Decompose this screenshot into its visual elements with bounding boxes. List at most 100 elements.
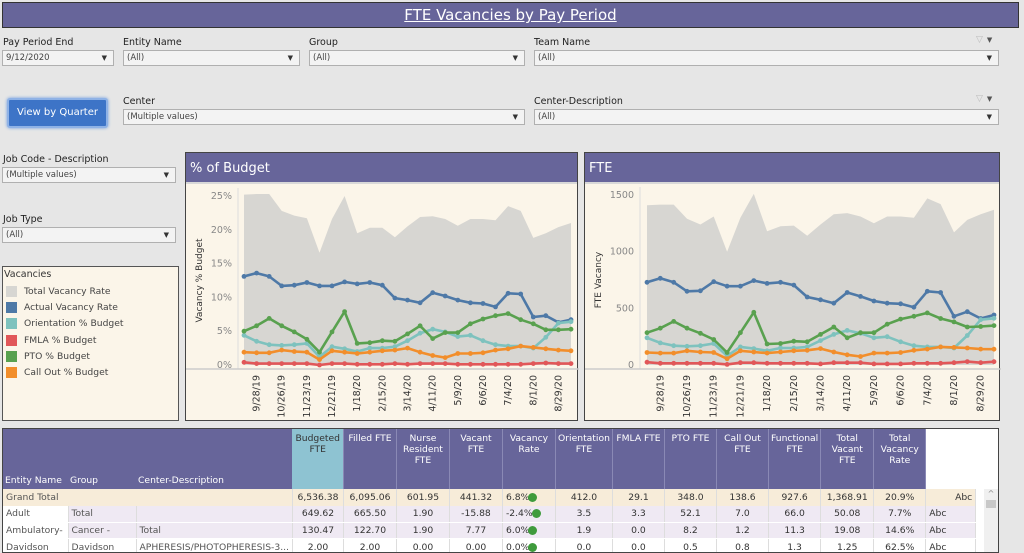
- data-point-pto-budget[interactable]: [724, 350, 730, 355]
- data-point-pto-budget[interactable]: [804, 339, 810, 345]
- data-point-pto-budget[interactable]: [711, 337, 717, 342]
- data-point-call-out-budget[interactable]: [480, 350, 486, 356]
- data-point-actual-vacancy-rate[interactable]: [279, 283, 285, 289]
- pay-period-end-select[interactable]: 9/12/2020 ▼: [2, 50, 114, 66]
- column-header[interactable]: Total Vacancy Rate: [873, 429, 927, 489]
- scroll-up-icon[interactable]: ^: [984, 489, 998, 498]
- data-point-pto-budget[interactable]: [991, 323, 997, 328]
- data-point-call-out-budget[interactable]: [884, 350, 890, 356]
- data-point-fmla-budget[interactable]: [871, 361, 877, 367]
- data-point-fmla-budget[interactable]: [831, 360, 837, 366]
- data-point-pto-budget[interactable]: [354, 341, 360, 346]
- data-point-actual-vacancy-rate[interactable]: [711, 279, 717, 285]
- data-point-call-out-budget[interactable]: [991, 346, 997, 352]
- column-header[interactable]: Orientation FTE: [555, 429, 613, 489]
- data-point-call-out-budget[interactable]: [738, 348, 743, 354]
- entity-name-select[interactable]: (All) ▼: [123, 50, 300, 66]
- center-select[interactable]: (Multiple values) ▼: [123, 109, 525, 125]
- scroll-thumb[interactable]: [986, 500, 996, 508]
- data-point-actual-vacancy-rate[interactable]: [871, 298, 877, 304]
- column-header[interactable]: Functional FTE: [768, 429, 822, 489]
- data-point-actual-vacancy-rate[interactable]: [430, 290, 436, 296]
- data-point-fmla-budget[interactable]: [751, 360, 757, 366]
- data-point-actual-vacancy-rate[interactable]: [831, 300, 837, 306]
- data-point-fmla-budget[interactable]: [518, 361, 524, 367]
- data-point-pto-budget[interactable]: [844, 335, 850, 341]
- data-point-fmla-budget[interactable]: [417, 361, 423, 366]
- data-point-call-out-budget[interactable]: [342, 349, 347, 355]
- job-code-select[interactable]: (Multiple values) ▼: [2, 167, 176, 183]
- data-point-call-out-budget[interactable]: [304, 349, 310, 355]
- data-point-orientation-budget[interactable]: [291, 342, 297, 348]
- data-point-call-out-budget[interactable]: [317, 357, 322, 362]
- data-point-pto-budget[interactable]: [405, 331, 410, 337]
- data-point-pto-budget[interactable]: [657, 325, 663, 331]
- row-header-entity-name[interactable]: Entity Name: [3, 429, 68, 489]
- data-point-fmla-budget[interactable]: [657, 360, 663, 366]
- data-point-actual-vacancy-rate[interactable]: [924, 288, 930, 294]
- legend-item[interactable]: Actual Vacancy Rate: [3, 299, 178, 315]
- data-point-call-out-budget[interactable]: [468, 351, 473, 356]
- column-header[interactable]: Filled FTE: [343, 429, 397, 489]
- data-point-fmla-budget[interactable]: [304, 361, 310, 366]
- table-scrollbar[interactable]: ^: [984, 489, 998, 552]
- data-point-actual-vacancy-rate[interactable]: [698, 288, 703, 294]
- data-point-pto-budget[interactable]: [671, 319, 677, 324]
- data-point-fmla-budget[interactable]: [804, 360, 810, 366]
- data-point-fmla-budget[interactable]: [493, 361, 498, 367]
- data-point-fmla-budget[interactable]: [778, 360, 783, 366]
- data-point-call-out-budget[interactable]: [291, 349, 297, 354]
- data-point-pto-budget[interactable]: [530, 321, 536, 327]
- data-point-pto-budget[interactable]: [241, 328, 247, 334]
- data-point-pto-budget[interactable]: [938, 316, 943, 321]
- data-point-call-out-budget[interactable]: [518, 343, 524, 349]
- data-point-call-out-budget[interactable]: [266, 350, 272, 356]
- data-point-pto-budget[interactable]: [379, 338, 385, 344]
- table-row[interactable]: Adult Total 649.62 665.50 1.90 -15.88 -2.4% 3.5…: [3, 505, 977, 523]
- data-point-call-out-budget[interactable]: [938, 344, 943, 350]
- data-point-call-out-budget[interactable]: [493, 347, 498, 353]
- row-header-center-description[interactable]: Center-Description: [136, 429, 293, 489]
- data-point-call-out-budget[interactable]: [329, 348, 335, 354]
- data-point-orientation-budget[interactable]: [644, 335, 650, 341]
- data-point-orientation-budget[interactable]: [818, 338, 823, 343]
- data-point-actual-vacancy-rate[interactable]: [738, 283, 743, 289]
- legend-item[interactable]: FMLA % Budget: [3, 332, 178, 348]
- data-point-actual-vacancy-rate[interactable]: [844, 290, 850, 295]
- data-point-actual-vacancy-rate[interactable]: [442, 293, 448, 299]
- data-point-pto-budget[interactable]: [884, 321, 890, 327]
- data-point-actual-vacancy-rate[interactable]: [304, 280, 310, 285]
- data-point-actual-vacancy-rate[interactable]: [505, 290, 511, 296]
- legend-item[interactable]: Orientation % Budget: [3, 316, 178, 332]
- data-point-fmla-budget[interactable]: [898, 361, 903, 367]
- data-point-fmla-budget[interactable]: [241, 359, 247, 365]
- data-point-actual-vacancy-rate[interactable]: [951, 313, 957, 319]
- data-point-orientation-budget[interactable]: [417, 330, 423, 336]
- data-point-call-out-budget[interactable]: [858, 354, 863, 359]
- data-point-call-out-budget[interactable]: [354, 351, 360, 356]
- data-point-fmla-budget[interactable]: [711, 360, 717, 366]
- data-point-fmla-budget[interactable]: [911, 360, 917, 366]
- data-point-call-out-budget[interactable]: [844, 352, 850, 358]
- data-point-fmla-budget[interactable]: [818, 361, 823, 367]
- data-point-orientation-budget[interactable]: [844, 328, 850, 333]
- team-name-select[interactable]: (All) ▼: [534, 50, 999, 66]
- data-point-orientation-budget[interactable]: [871, 335, 877, 341]
- data-point-call-out-budget[interactable]: [698, 349, 703, 355]
- data-point-fmla-budget[interactable]: [684, 360, 690, 366]
- data-point-actual-vacancy-rate[interactable]: [898, 301, 903, 307]
- data-point-actual-vacancy-rate[interactable]: [818, 297, 823, 303]
- data-point-actual-vacancy-rate[interactable]: [764, 281, 770, 286]
- data-point-actual-vacancy-rate[interactable]: [392, 295, 398, 301]
- data-point-pto-budget[interactable]: [505, 311, 511, 316]
- data-point-actual-vacancy-rate[interactable]: [543, 313, 549, 319]
- data-point-call-out-budget[interactable]: [898, 350, 903, 355]
- data-point-actual-vacancy-rate[interactable]: [518, 291, 524, 297]
- data-point-call-out-budget[interactable]: [831, 349, 837, 355]
- data-point-actual-vacancy-rate[interactable]: [379, 282, 385, 288]
- data-point-call-out-budget[interactable]: [417, 349, 423, 355]
- data-point-actual-vacancy-rate[interactable]: [858, 294, 863, 299]
- data-point-pto-budget[interactable]: [266, 316, 272, 321]
- data-point-actual-vacancy-rate[interactable]: [417, 300, 423, 306]
- data-point-fmla-budget[interactable]: [329, 361, 335, 366]
